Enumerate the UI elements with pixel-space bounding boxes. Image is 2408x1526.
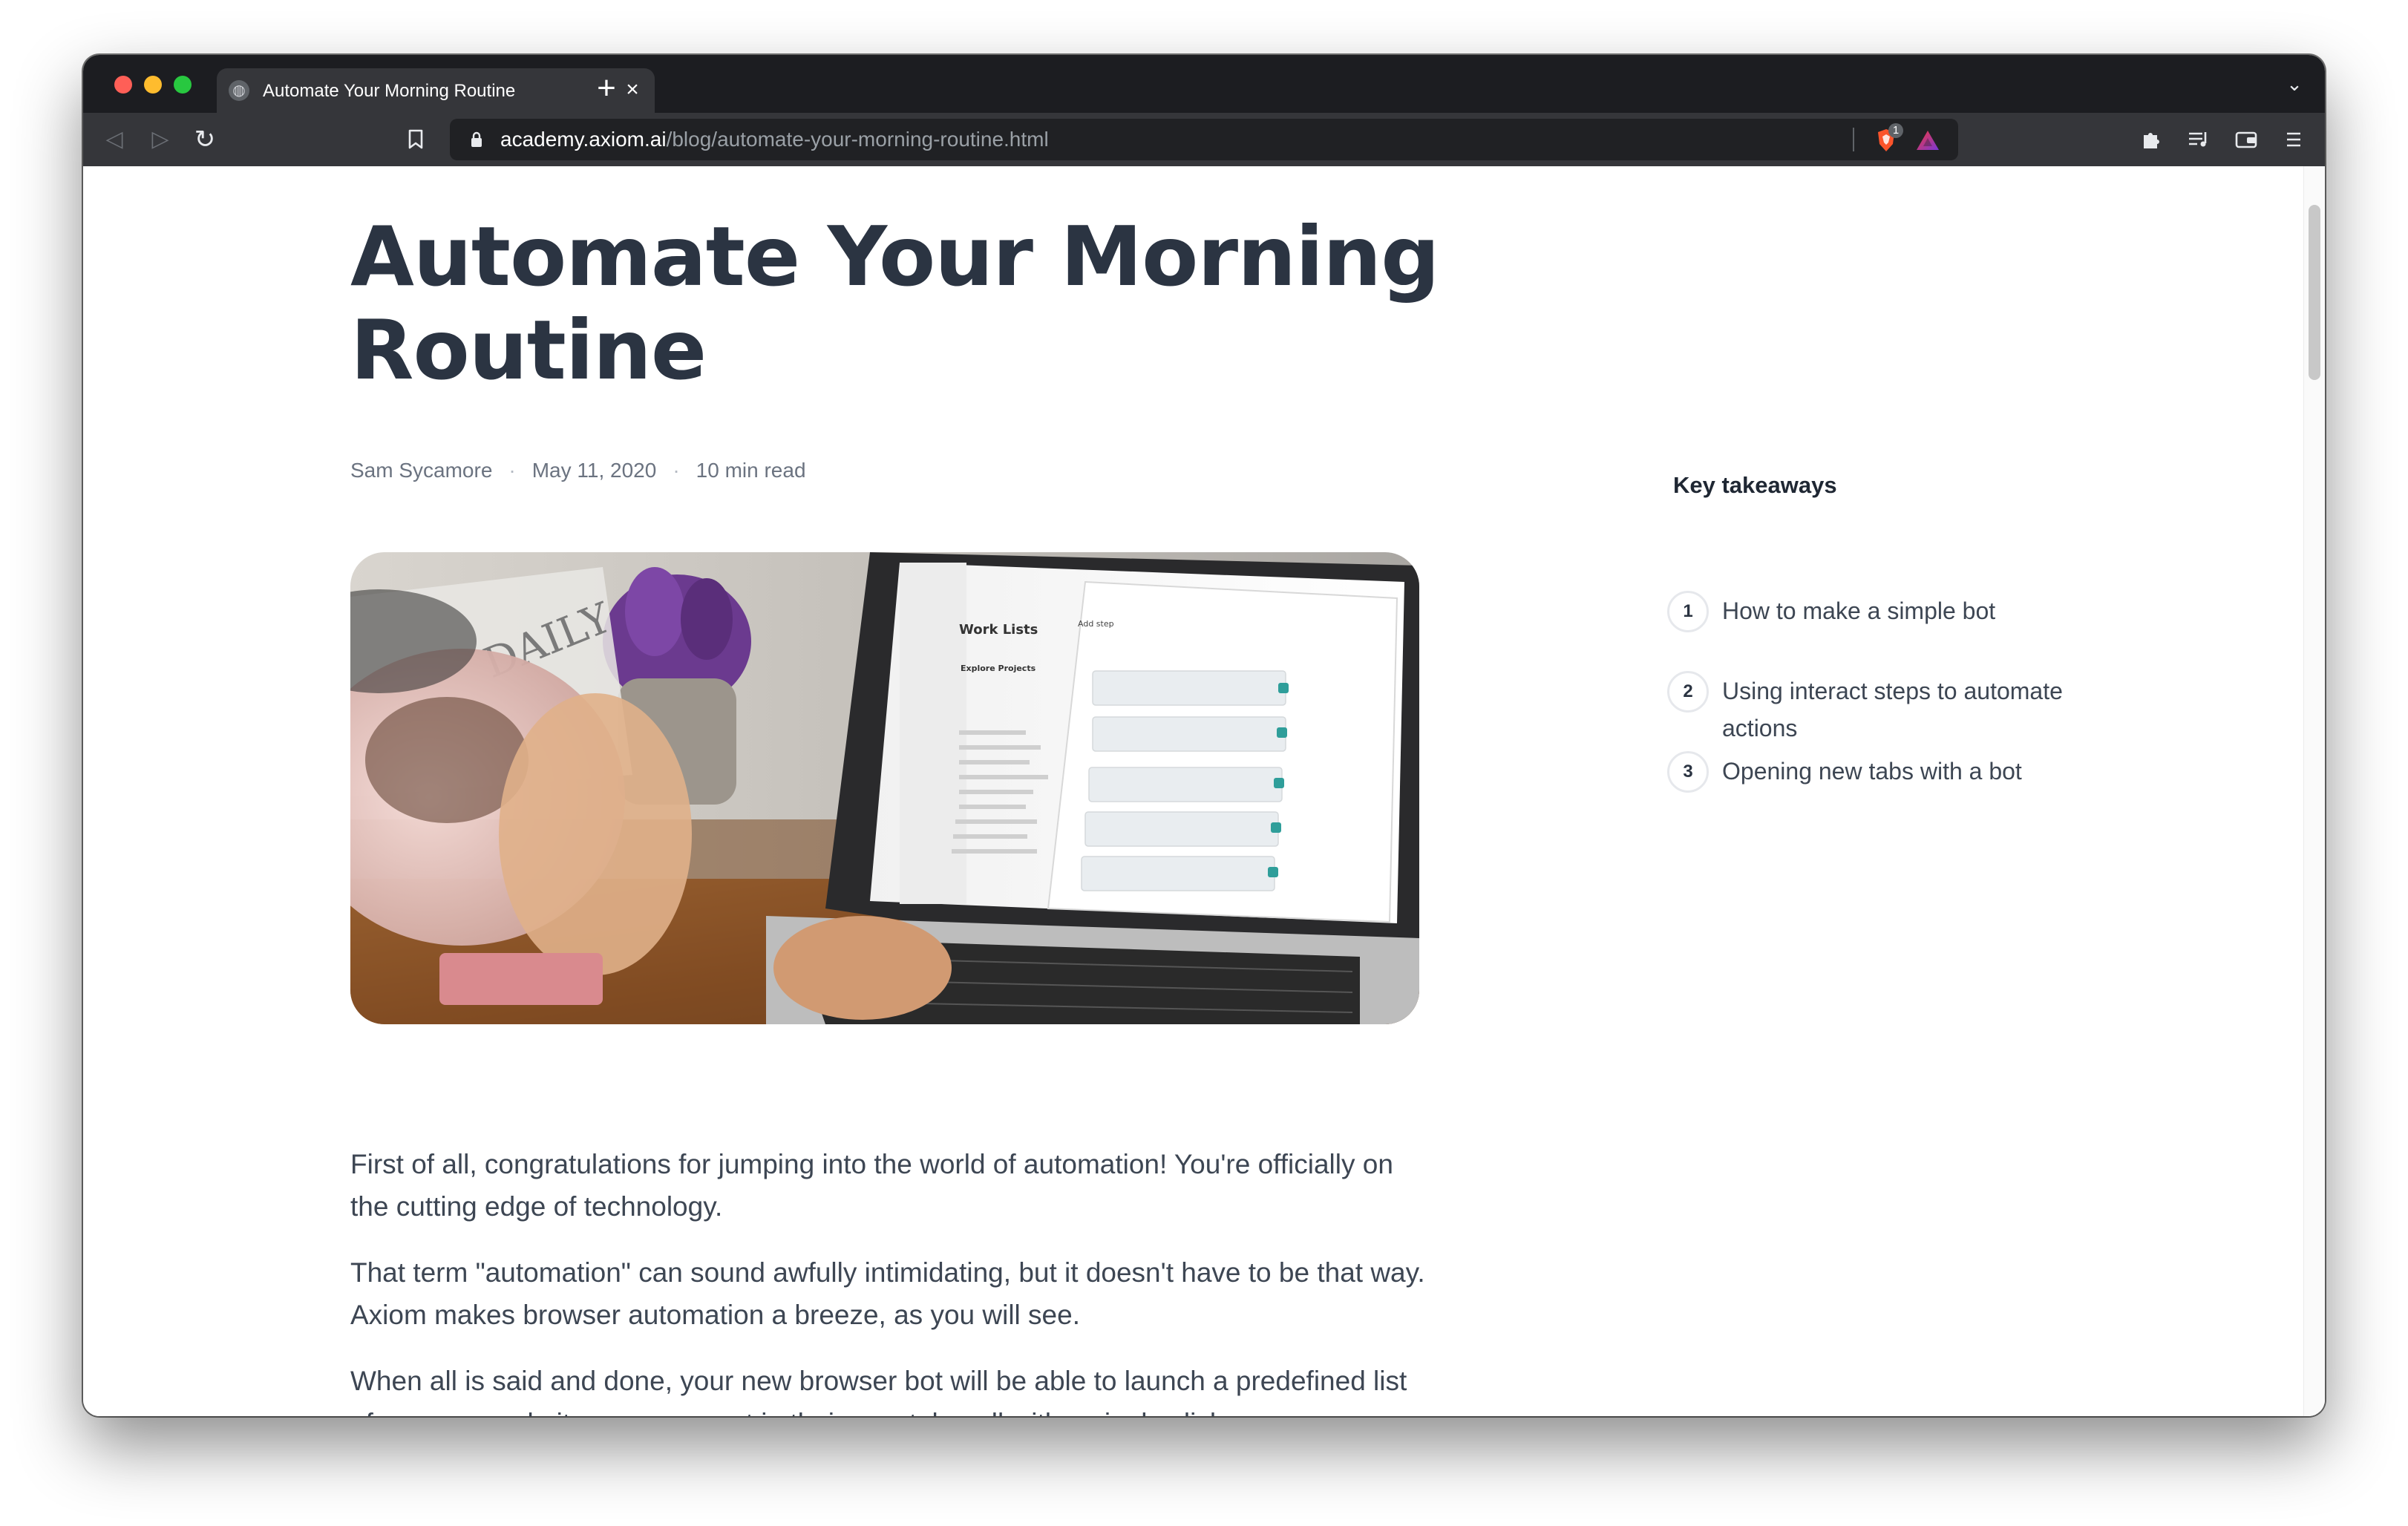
menu-icon[interactable] <box>2277 123 2310 156</box>
takeaway-number: 2 <box>1667 671 1709 713</box>
reload-icon[interactable]: ↻ <box>189 123 221 156</box>
playlist-icon[interactable] <box>2182 123 2215 156</box>
takeaway-text: Using interact steps to automate actions <box>1722 678 2063 741</box>
takeaway-text: How to make a simple bot <box>1722 597 1996 624</box>
tab-title: Automate Your Morning Routine <box>263 81 516 101</box>
page-content: Automate Your Morning Routine Sam Sycamo… <box>83 166 2325 1416</box>
paragraph-bot: When all is said and done, your new brow… <box>350 1366 1407 1416</box>
article-meta: Sam Sycamore · May 11, 2020 · 10 min read <box>350 457 806 484</box>
forward-icon[interactable]: ▷ <box>144 123 177 156</box>
lock-icon <box>466 129 487 150</box>
read-time: 10 min read <box>696 459 806 482</box>
meta-separator: · <box>508 459 516 482</box>
paragraph-intro: First of all, congratulations for jumpin… <box>350 1149 1393 1222</box>
close-window-button[interactable] <box>114 76 132 94</box>
browser-window: ◍ Automate Your Morning Routine × + ⌄ ◁ … <box>83 55 2325 1416</box>
publish-date: May 11, 2020 <box>531 459 657 482</box>
scrollbar[interactable] <box>2303 166 2325 1416</box>
url-path: /blog/automate-your-morning-routine.html <box>666 128 1049 151</box>
tab-search-chevron-icon[interactable]: ⌄ <box>2283 73 2306 95</box>
browser-toolbar: ◁ ▷ ↻ academy.axiom.ai/blog/automate-you… <box>83 113 2325 166</box>
takeaway-number: 1 <box>1667 591 1709 632</box>
address-divider <box>1853 128 1854 151</box>
zoom-window-button[interactable] <box>174 76 192 94</box>
meta-separator: · <box>673 459 680 482</box>
screen-heading-work-lists: Work Lists <box>959 622 1038 638</box>
takeaway-text: Opening new tabs with a bot <box>1722 758 2022 785</box>
article-title: Automate Your Morning Routine <box>350 209 1440 399</box>
screen-heading-explore: Explore Projects <box>961 664 1036 673</box>
url-host: academy.axiom.ai <box>500 128 667 151</box>
extensions-puzzle-icon[interactable] <box>2135 123 2167 156</box>
shield-count-badge: 1 <box>1888 123 1903 138</box>
wallet-icon[interactable] <box>2230 123 2263 156</box>
author-name[interactable]: Sam Sycamore <box>350 459 492 482</box>
address-bar[interactable]: academy.axiom.ai/blog/automate-your-morn… <box>450 119 1958 160</box>
new-tab-button[interactable]: + <box>588 70 625 107</box>
bookmark-icon[interactable] <box>399 123 432 156</box>
tab-strip: ◍ Automate Your Morning Routine × + ⌄ <box>83 55 2325 113</box>
key-takeaways-heading: Key takeaways <box>1673 472 1837 498</box>
brave-rewards-icon[interactable] <box>1915 129 1940 151</box>
url-text: academy.axiom.ai/blog/automate-your-morn… <box>500 128 1049 151</box>
back-icon[interactable]: ◁ <box>98 123 131 156</box>
minimize-window-button[interactable] <box>144 76 162 94</box>
hero-image: Work Lists Explore Projects Add step DAI… <box>350 552 1419 1024</box>
takeaway-number: 3 <box>1667 751 1709 793</box>
globe-icon: ◍ <box>229 80 249 101</box>
screen-panel-label: Add step <box>1078 619 1114 629</box>
scrollbar-thumb[interactable] <box>2309 205 2320 380</box>
paragraph-automation: That term "automation" can sound awfully… <box>350 1257 1425 1330</box>
